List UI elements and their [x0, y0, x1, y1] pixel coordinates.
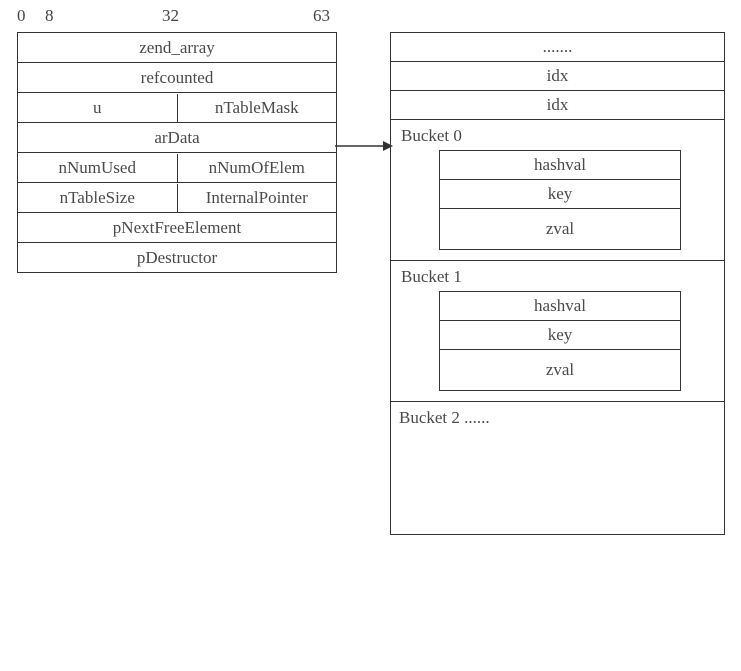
bucket-1: Bucket 1 hashval key zval: [391, 261, 724, 402]
bucket-1-fields: hashval key zval: [439, 291, 681, 391]
field-internalpointer: InternalPointer: [178, 184, 337, 212]
field-u: u: [18, 94, 178, 122]
bucket-1-label: Bucket 1: [401, 267, 716, 287]
field-refcounted: refcounted: [18, 64, 336, 92]
bucket-0: Bucket 0 hashval key zval: [391, 120, 724, 261]
bucket-array-dots: .......: [391, 33, 724, 62]
bucket-0-key: key: [440, 180, 680, 209]
bucket-array: ....... idx idx Bucket 0 hashval key zva…: [390, 32, 725, 535]
field-nnumofelem: nNumOfElem: [178, 154, 337, 182]
field-pdestructor: pDestructor: [18, 244, 336, 272]
ruler-0: 0: [17, 6, 26, 26]
field-pnextfreeelement: pNextFreeElement: [18, 214, 336, 242]
field-ntablesize: nTableSize: [18, 184, 178, 212]
bucket-2: Bucket 2 ......: [391, 402, 724, 535]
diagram-canvas: 0 8 32 63 zend_array refcounted u nTable…: [0, 0, 741, 671]
bucket-0-fields: hashval key zval: [439, 150, 681, 250]
ruler-63: 63: [313, 6, 330, 26]
bucket-1-zval: zval: [440, 350, 680, 391]
field-nnumused: nNumUsed: [18, 154, 178, 182]
field-ntablemask: nTableMask: [178, 94, 337, 122]
idx-slot-1: idx: [391, 62, 724, 91]
struct-title: zend_array: [18, 34, 336, 62]
bucket-0-label: Bucket 0: [401, 126, 716, 146]
bucket-1-key: key: [440, 321, 680, 350]
bucket-0-hashval: hashval: [440, 151, 680, 180]
bucket-0-zval: zval: [440, 209, 680, 250]
field-ardata: arData: [18, 124, 336, 152]
pointer-arrow-icon: [335, 136, 395, 156]
zend-array-struct: zend_array refcounted u nTableMask arDat…: [17, 32, 337, 273]
ruler-8: 8: [45, 6, 54, 26]
ruler-32: 32: [162, 6, 179, 26]
bucket-1-hashval: hashval: [440, 292, 680, 321]
idx-slot-2: idx: [391, 91, 724, 120]
